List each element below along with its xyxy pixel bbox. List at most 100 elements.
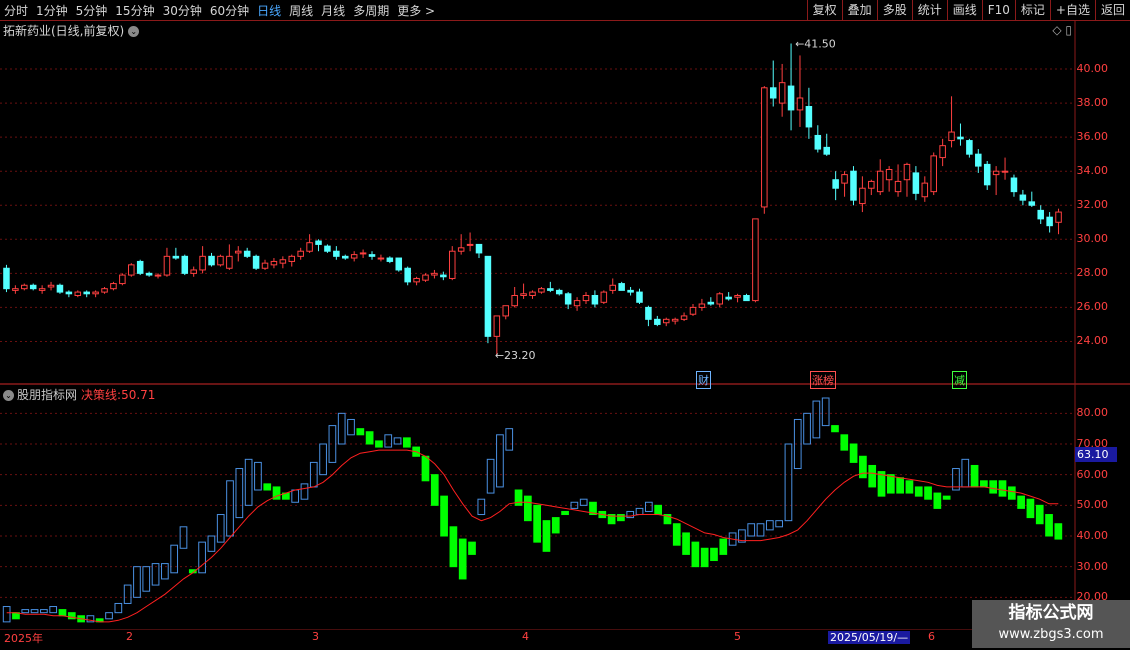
indicator-bar bbox=[533, 504, 542, 543]
indicator-bar bbox=[40, 609, 48, 614]
indicator-bar bbox=[30, 609, 39, 614]
candle bbox=[823, 146, 830, 155]
indicator-bar bbox=[831, 425, 839, 433]
watermark-title: 指标公式网 bbox=[1008, 603, 1094, 623]
candle bbox=[868, 180, 875, 189]
event-marker[interactable]: 减 bbox=[952, 371, 967, 389]
candle bbox=[395, 257, 403, 271]
panel-icons: ◇ ▯ bbox=[1052, 23, 1072, 37]
indicator-bar bbox=[198, 541, 206, 574]
indicator-bar bbox=[961, 458, 970, 488]
indicator-bar bbox=[244, 458, 253, 506]
chart-area[interactable]: ←41.50 ←23.20 bbox=[0, 21, 1130, 630]
timeframe-tab[interactable]: 60分钟 bbox=[206, 2, 253, 19]
indicator-bar bbox=[365, 431, 374, 445]
candle bbox=[65, 291, 73, 295]
timeframe-tab[interactable]: 30分钟 bbox=[159, 2, 206, 19]
candle bbox=[172, 255, 180, 259]
chevron-down-icon[interactable]: ⌄ bbox=[128, 26, 140, 37]
candle bbox=[440, 274, 447, 278]
candle bbox=[885, 169, 893, 181]
candle bbox=[529, 291, 536, 296]
candle bbox=[252, 255, 260, 269]
indicator-bar bbox=[644, 501, 653, 512]
indicator-bar bbox=[170, 544, 179, 574]
toolbar-button[interactable]: 画线 bbox=[946, 0, 982, 20]
candle bbox=[983, 163, 991, 186]
indicator-bar bbox=[235, 468, 244, 519]
candle bbox=[83, 291, 90, 295]
candle bbox=[796, 97, 804, 111]
chevron-down-icon[interactable]: ⌄ bbox=[3, 390, 14, 401]
indicator-bar bbox=[970, 464, 979, 488]
candle bbox=[448, 250, 456, 279]
candle bbox=[359, 252, 367, 255]
candle bbox=[368, 254, 376, 257]
candle bbox=[992, 170, 1000, 176]
timeframe-tab[interactable]: 更多 > bbox=[393, 2, 439, 19]
indicator-bar bbox=[347, 418, 355, 436]
event-marker[interactable]: 财 bbox=[696, 371, 711, 389]
indicator-tick-label: 40.00 bbox=[1076, 529, 1109, 542]
candle bbox=[350, 254, 358, 259]
price-tick-label: 24.00 bbox=[1076, 334, 1109, 348]
indicator-bar bbox=[319, 443, 327, 476]
indicator-bar bbox=[747, 523, 756, 537]
timeframe-tab[interactable]: 日线 bbox=[253, 2, 285, 19]
candle bbox=[609, 284, 617, 291]
indicator-bar bbox=[896, 477, 904, 494]
indicator-bar bbox=[421, 455, 430, 482]
indicator-tick-label: 80.00 bbox=[1076, 406, 1109, 420]
toolbar-button[interactable]: 复权 bbox=[806, 0, 842, 20]
candle bbox=[832, 179, 839, 189]
timeframe-tab[interactable]: 1分钟 bbox=[32, 2, 72, 19]
indicator-bar bbox=[133, 566, 141, 598]
indicator-bar bbox=[114, 602, 123, 614]
candle bbox=[12, 288, 19, 291]
candle bbox=[1055, 211, 1062, 223]
timeframe-tab[interactable]: 周线 bbox=[285, 2, 317, 19]
toolbar-button[interactable]: 多股 bbox=[876, 0, 912, 20]
indicator-bar bbox=[886, 474, 895, 494]
candle bbox=[939, 145, 946, 159]
candle bbox=[511, 294, 518, 307]
price-tick-label: 36.00 bbox=[1076, 130, 1109, 144]
timeframe-tab[interactable]: 分时 bbox=[0, 2, 32, 19]
candle bbox=[573, 300, 581, 307]
candle bbox=[689, 306, 697, 315]
indicator-bar bbox=[672, 523, 681, 546]
candle bbox=[235, 250, 242, 254]
candle bbox=[342, 255, 349, 259]
timeframe-tab[interactable]: 15分钟 bbox=[111, 2, 158, 19]
price-tick-label: 26.00 bbox=[1076, 300, 1109, 314]
window-icon[interactable]: ▯ bbox=[1065, 23, 1072, 37]
toolbar-button[interactable]: +自选 bbox=[1049, 0, 1095, 20]
indicator-bar bbox=[775, 520, 783, 528]
candle bbox=[226, 255, 233, 269]
indicator-bar bbox=[849, 443, 858, 463]
timeframe-tab[interactable]: 5分钟 bbox=[72, 2, 112, 19]
price-tick-label: 40.00 bbox=[1076, 62, 1109, 76]
candle bbox=[413, 277, 420, 283]
toolbar-button[interactable]: 标记 bbox=[1014, 0, 1050, 20]
indicator-bar bbox=[207, 535, 216, 552]
price-tick-label: 32.00 bbox=[1076, 198, 1109, 212]
indicator-bar bbox=[905, 480, 914, 494]
toolbar-button[interactable]: 统计 bbox=[911, 0, 947, 20]
candle bbox=[975, 153, 982, 167]
candle bbox=[547, 288, 554, 291]
timeframe-tab[interactable]: 多周期 bbox=[349, 2, 393, 19]
toolbar-button[interactable]: F10 bbox=[981, 0, 1015, 20]
candle bbox=[805, 106, 813, 128]
toolbar-button[interactable]: 叠加 bbox=[841, 0, 877, 20]
indicator-bar bbox=[812, 400, 821, 439]
event-marker[interactable]: 涨榜 bbox=[810, 371, 836, 389]
timeframe-tab[interactable]: 月线 bbox=[317, 2, 349, 19]
candle bbox=[743, 294, 750, 302]
indicator-bar bbox=[700, 547, 709, 568]
diamond-icon[interactable]: ◇ bbox=[1052, 23, 1061, 37]
candle bbox=[29, 284, 37, 290]
toolbar-button[interactable]: 返回 bbox=[1094, 0, 1130, 20]
candle bbox=[181, 255, 189, 274]
candle bbox=[1028, 201, 1036, 206]
